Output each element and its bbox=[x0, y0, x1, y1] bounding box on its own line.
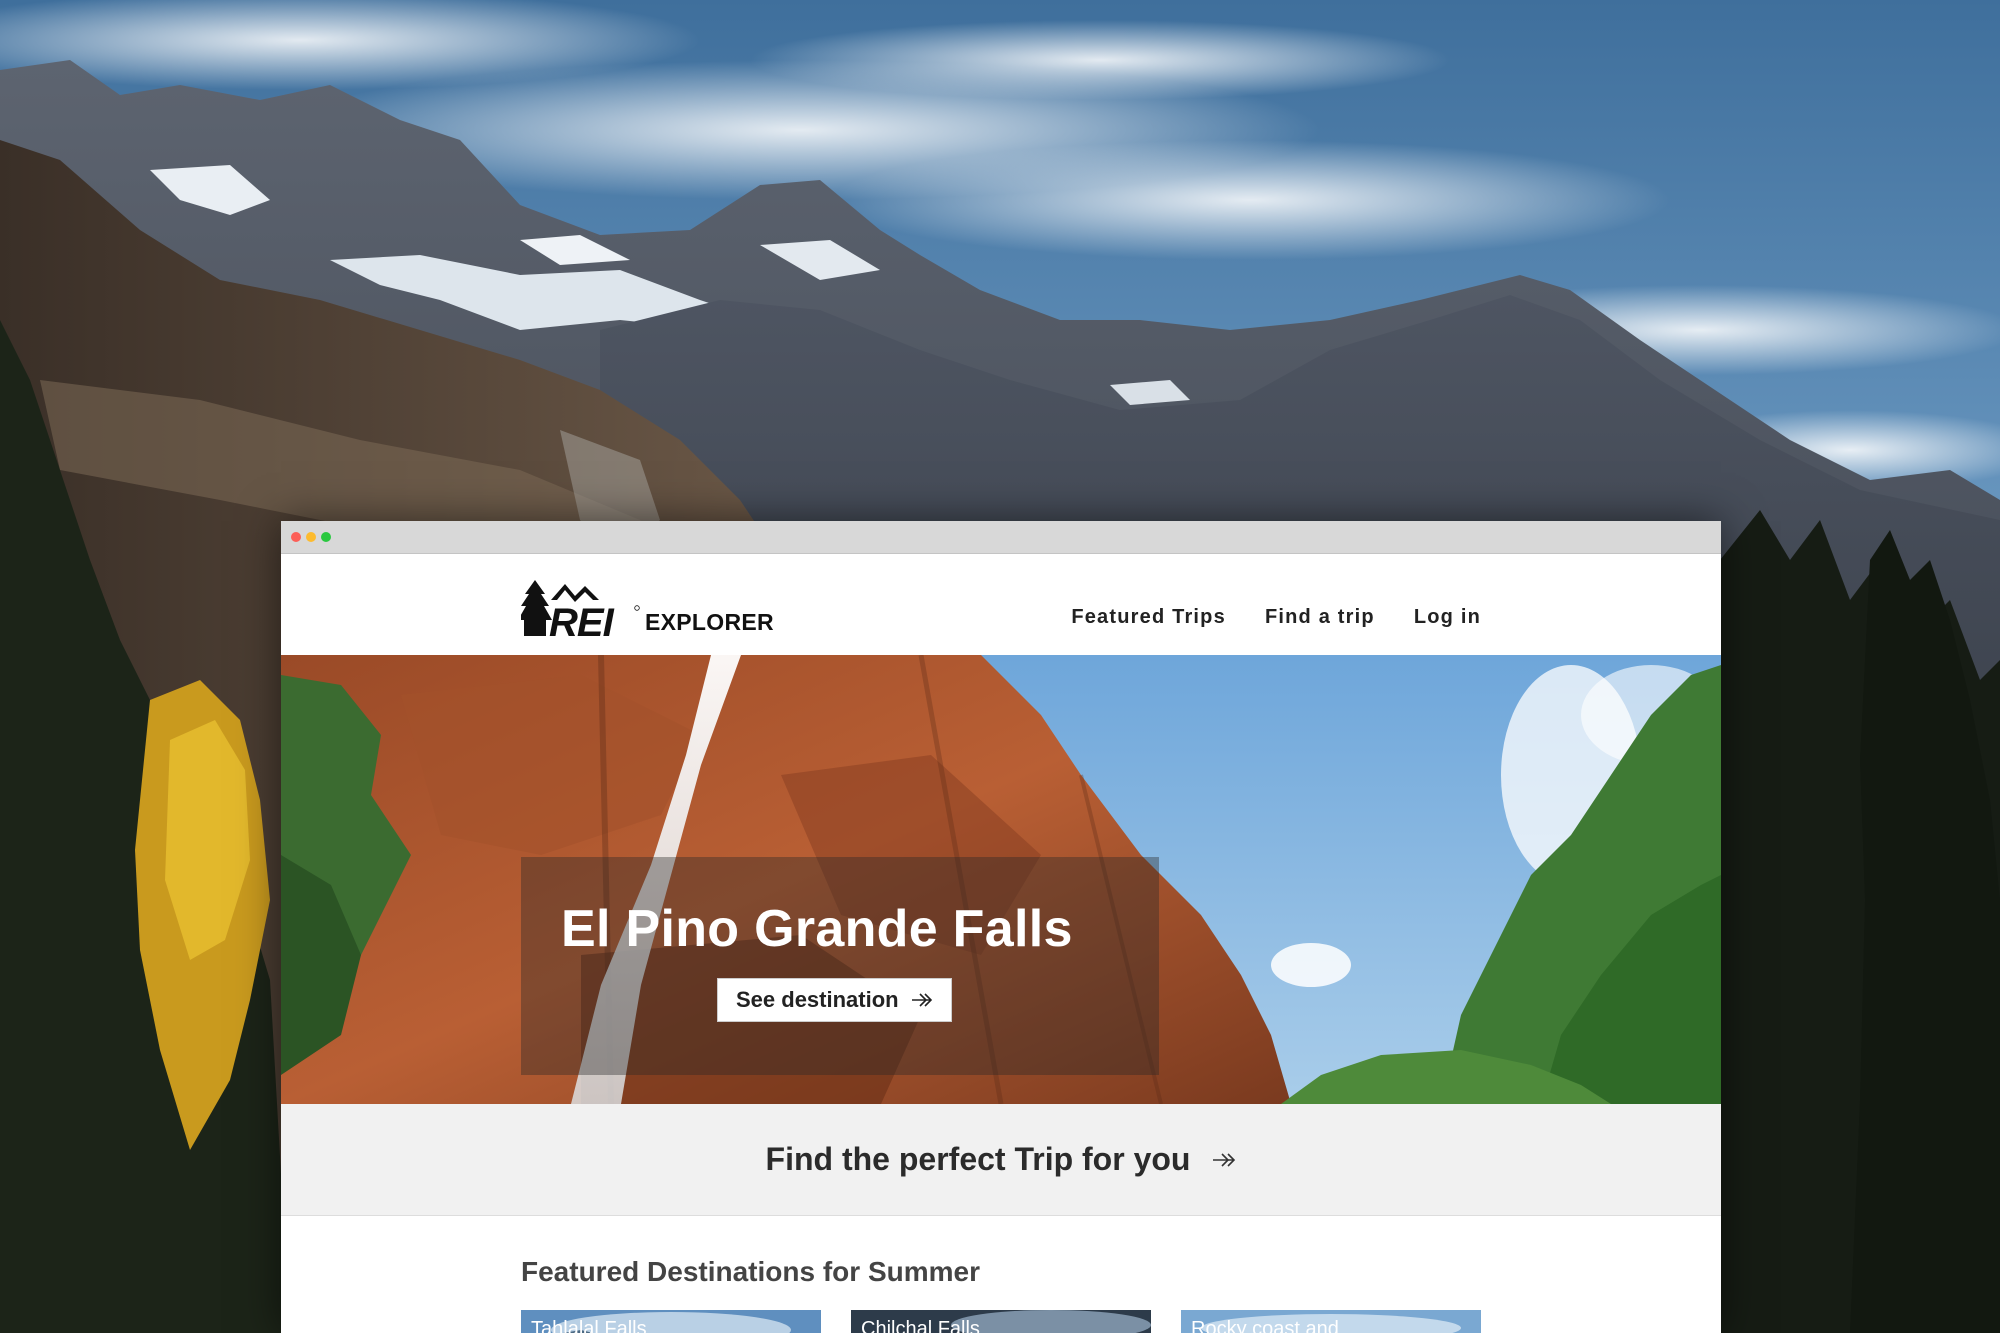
site-header: REI EXPLORER Featured Trips Find a trip … bbox=[281, 554, 1721, 655]
nav-log-in[interactable]: Log in bbox=[1414, 606, 1481, 629]
browser-chrome-bar bbox=[281, 521, 1721, 554]
see-destination-button[interactable]: See destination bbox=[717, 978, 952, 1022]
destination-card-label: Chilchal Falls bbox=[861, 1318, 980, 1333]
cta-label: Find the perfect Trip for you bbox=[765, 1141, 1191, 1177]
hero-banner: El Pino Grande Falls See destination bbox=[281, 655, 1721, 1104]
find-trip-cta[interactable]: Find the perfect Trip for you bbox=[281, 1104, 1721, 1216]
rei-logo-mark-icon: REI bbox=[521, 580, 640, 638]
logo-text: EXPLORER bbox=[645, 609, 774, 635]
hero-title: El Pino Grande Falls bbox=[561, 900, 1073, 958]
nav-featured-trips[interactable]: Featured Trips bbox=[1071, 606, 1226, 629]
featured-heading: Featured Destinations for Summer bbox=[521, 1256, 980, 1287]
window-minimize-icon[interactable] bbox=[306, 532, 316, 542]
destination-card-label: Rocky coast and bbox=[1191, 1318, 1339, 1333]
arrow-right-icon bbox=[1213, 1152, 1236, 1167]
window-close-icon[interactable] bbox=[291, 532, 301, 542]
browser-window: REI EXPLORER Featured Trips Find a trip … bbox=[281, 521, 1721, 1333]
arrow-right-icon bbox=[911, 993, 932, 1007]
destination-card[interactable]: Chilchal Falls bbox=[851, 1310, 1151, 1333]
nav-find-a-trip[interactable]: Find a trip bbox=[1265, 606, 1375, 629]
destination-card-label: Tahlalal Falls bbox=[531, 1318, 647, 1333]
window-maximize-icon[interactable] bbox=[321, 532, 331, 542]
see-destination-label: See destination bbox=[736, 987, 899, 1012]
destination-card-list: Tahlalal Falls Chilchal Falls Rocky coas… bbox=[521, 1310, 1511, 1333]
svg-text:REI: REI bbox=[549, 601, 615, 638]
hero-overlay-panel: El Pino Grande Falls See destination bbox=[521, 857, 1159, 1075]
rei-explorer-logo[interactable]: REI EXPLORER bbox=[521, 576, 774, 638]
main-nav: Featured Trips Find a trip Log in bbox=[1032, 554, 1481, 655]
destination-card[interactable]: Rocky coast and bbox=[1181, 1310, 1481, 1333]
featured-destinations-section: Featured Destinations for Summer Tahlala… bbox=[281, 1216, 1721, 1333]
destination-card[interactable]: Tahlalal Falls bbox=[521, 1310, 821, 1333]
